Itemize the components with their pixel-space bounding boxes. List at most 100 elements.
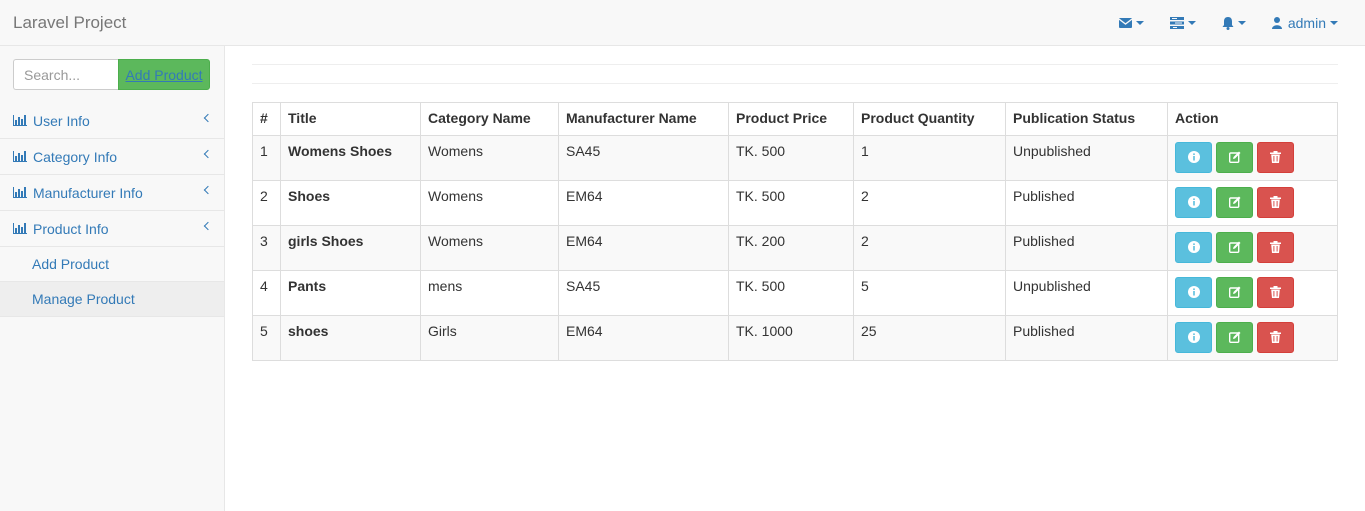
table-cell-actions (1167, 270, 1338, 316)
alerts-dropdown[interactable] (1209, 0, 1259, 46)
table-cell-price: TK. 500 (728, 270, 854, 316)
view-button[interactable] (1175, 187, 1212, 218)
chevron-left-icon (203, 149, 213, 159)
table-cell-price: TK. 500 (728, 135, 854, 181)
sidebar-item-manufacturer-info[interactable]: Manufacturer Info (0, 175, 224, 211)
info-icon (1187, 285, 1200, 301)
edit-button[interactable] (1216, 142, 1253, 173)
table-cell-id: 4 (252, 270, 281, 316)
sidebar-subitem-manage-product[interactable]: Manage Product (0, 282, 224, 317)
sidebar-menu: User Info Category Info Manufacturer Inf… (0, 103, 224, 317)
table-cell-manufacturer: EM64 (558, 315, 729, 361)
edit-button[interactable] (1216, 322, 1253, 353)
row-actions (1175, 142, 1330, 173)
view-button[interactable] (1175, 142, 1212, 173)
sidebar-item-product-info[interactable]: Product Info (0, 211, 224, 247)
sidebar-item-label: User Info (33, 112, 90, 129)
table-cell-price: TK. 1000 (728, 315, 854, 361)
table-cell-title: Shoes (280, 180, 421, 226)
sidebar-item-label: Manufacturer Info (33, 184, 143, 201)
info-icon (1187, 240, 1200, 256)
edit-icon (1228, 195, 1241, 211)
table-cell-title: shoes (280, 315, 421, 361)
table-cell-price: TK. 500 (728, 180, 854, 226)
sidebar: Add Product User Info Category Info Manu… (0, 46, 225, 511)
trash-icon (1270, 195, 1281, 211)
table-row: 1 Womens Shoes Womens SA45 TK. 500 1 Unpublish… (252, 135, 1338, 181)
caret-down-icon (1187, 21, 1196, 25)
table-cell-category: Girls (420, 315, 559, 361)
sidebar-item-user-info[interactable]: User Info (0, 103, 224, 139)
row-actions (1175, 322, 1330, 353)
table-cell-status: Published (1005, 315, 1168, 361)
search-input[interactable] (13, 59, 118, 90)
envelope-icon (1118, 18, 1132, 28)
table-row: 2 Shoes Womens EM64 TK. 500 2 Published (252, 180, 1338, 226)
delete-button[interactable] (1257, 187, 1294, 218)
table-cell-category: Womens (420, 180, 559, 226)
column-header: # (252, 102, 281, 136)
delete-button[interactable] (1257, 232, 1294, 263)
view-button[interactable] (1175, 277, 1212, 308)
top-navbar: Laravel Project admin (0, 0, 1365, 46)
info-icon (1187, 150, 1200, 166)
delete-button[interactable] (1257, 322, 1294, 353)
table-row: 3 girls Shoes Womens EM64 TK. 200 2 Published (252, 225, 1338, 271)
edit-button[interactable] (1216, 277, 1253, 308)
edit-button[interactable] (1216, 232, 1253, 263)
bar-chart-icon (13, 151, 27, 162)
delete-button[interactable] (1257, 142, 1294, 173)
edit-icon (1228, 150, 1241, 166)
chevron-left-icon (203, 113, 213, 123)
row-actions (1175, 187, 1330, 218)
table-row: 4 Pants mens SA45 TK. 500 5 Unpublished (252, 270, 1338, 316)
table-cell-quantity: 25 (853, 315, 1006, 361)
messages-dropdown[interactable] (1106, 0, 1157, 46)
main-content: # Title Category Name Manufacturer Name … (225, 46, 1365, 511)
edit-icon (1228, 285, 1241, 301)
table-cell-actions (1167, 225, 1338, 271)
delete-button[interactable] (1257, 277, 1294, 308)
user-icon (1271, 17, 1282, 29)
table-cell-manufacturer: EM64 (558, 180, 729, 226)
table-cell-manufacturer: SA45 (558, 135, 729, 181)
table-cell-manufacturer: SA45 (558, 270, 729, 316)
view-button[interactable] (1175, 322, 1212, 353)
table-cell-manufacturer: EM64 (558, 225, 729, 271)
column-header: Action (1167, 102, 1338, 136)
table-cell-title: Pants (280, 270, 421, 316)
table-cell-status: Published (1005, 180, 1168, 226)
table-cell-category: mens (420, 270, 559, 316)
brand-title[interactable]: Laravel Project (13, 13, 126, 33)
edit-button[interactable] (1216, 187, 1253, 218)
view-button[interactable] (1175, 232, 1212, 263)
bar-chart-icon (13, 115, 27, 126)
bar-chart-icon (13, 187, 27, 198)
user-name: admin (1287, 15, 1326, 31)
table-row: 5 shoes Girls EM64 TK. 1000 25 Published (252, 315, 1338, 361)
caret-down-icon (1135, 21, 1144, 25)
divider (252, 83, 1338, 84)
table-cell-price: TK. 200 (728, 225, 854, 271)
table-cell-status: Unpublished (1005, 270, 1168, 316)
column-header: Product Price (728, 102, 854, 136)
column-header: Category Name (420, 102, 559, 136)
add-product-button[interactable]: Add Product (118, 59, 210, 90)
tasks-dropdown[interactable] (1157, 0, 1209, 46)
table-cell-quantity: 2 (853, 180, 1006, 226)
table-cell-category: Womens (420, 225, 559, 271)
bell-icon (1222, 16, 1234, 30)
column-header: Product Quantity (853, 102, 1006, 136)
trash-icon (1270, 285, 1281, 301)
user-dropdown[interactable]: admin (1259, 0, 1365, 46)
tasks-icon (1169, 17, 1184, 29)
table-cell-category: Womens (420, 135, 559, 181)
table-cell-id: 1 (252, 135, 281, 181)
table-body: 1 Womens Shoes Womens SA45 TK. 500 1 Unpublish… (252, 135, 1338, 361)
sidebar-item-category-info[interactable]: Category Info (0, 139, 224, 175)
table-cell-actions (1167, 315, 1338, 361)
search-group: Add Product (13, 59, 210, 90)
edit-icon (1228, 240, 1241, 256)
sidebar-subitem-add-product[interactable]: Add Product (0, 247, 224, 282)
table-header-row: # Title Category Name Manufacturer Name … (252, 102, 1338, 136)
